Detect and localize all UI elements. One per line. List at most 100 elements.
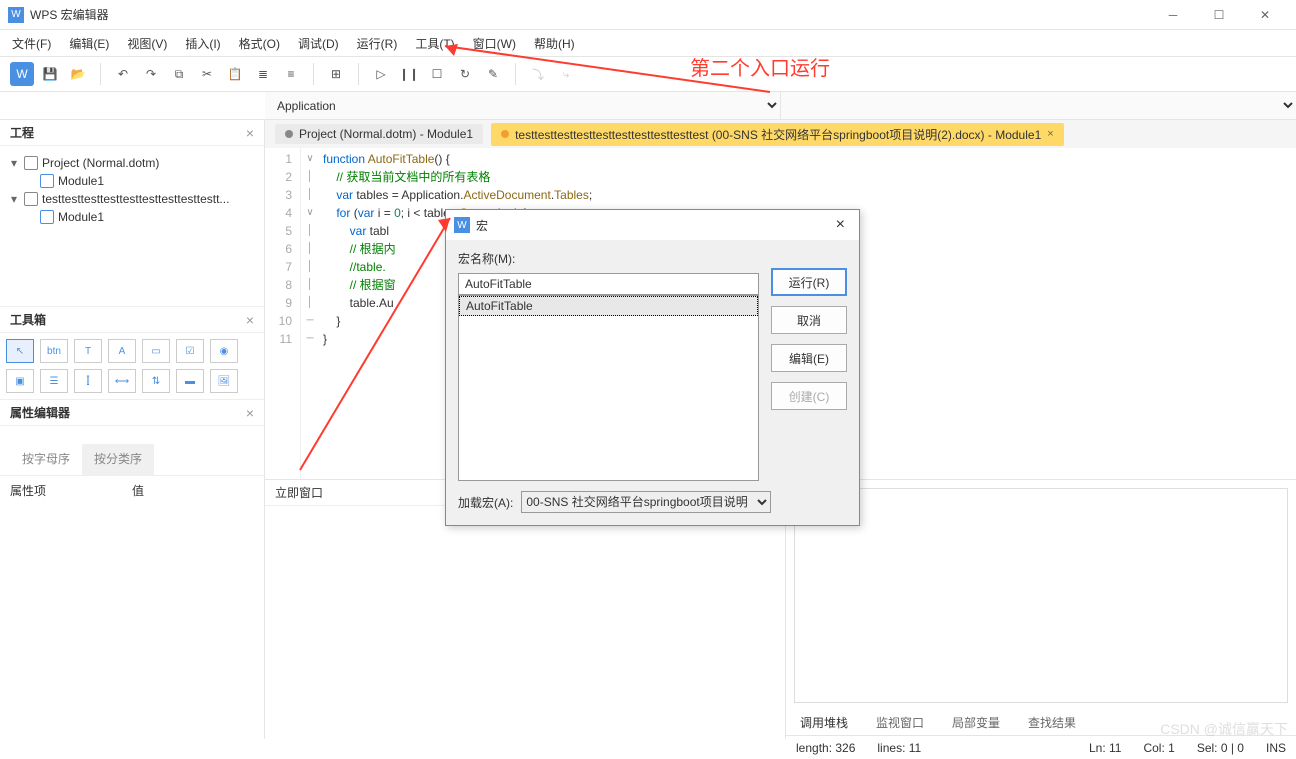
- prop-col-value: 值: [132, 482, 254, 499]
- tool-radio[interactable]: ◉: [210, 339, 238, 363]
- tree-project-1[interactable]: ▾Project (Normal.dotm): [0, 154, 264, 172]
- cancel-button[interactable]: 取消: [771, 306, 847, 334]
- tool-button[interactable]: btn: [40, 339, 68, 363]
- dbgtab-results[interactable]: 查找结果: [1014, 709, 1090, 738]
- file-tab-2[interactable]: testtesttesttesttesttesttesttesttesttest…: [491, 123, 1064, 146]
- play-icon[interactable]: ▷: [369, 62, 393, 86]
- stepinto-icon[interactable]: ⤷: [554, 62, 578, 86]
- status-col: Col: 1: [1143, 741, 1174, 755]
- close-button[interactable]: ✕: [1242, 1, 1288, 29]
- menu-help[interactable]: 帮助(H): [534, 35, 575, 52]
- save-icon[interactable]: 💾: [38, 62, 62, 86]
- macro-list-item[interactable]: AutoFitTable: [459, 296, 758, 316]
- status-sel: Sel: 0 | 0: [1197, 741, 1244, 755]
- tool-progress[interactable]: ▬: [176, 369, 204, 393]
- procedure-selector[interactable]: [781, 92, 1296, 119]
- edit-icon[interactable]: ✎: [481, 62, 505, 86]
- watermark: CSDN @诚信赢天下: [1160, 719, 1288, 739]
- minimize-button[interactable]: ─: [1150, 1, 1196, 29]
- toolbox-close-icon[interactable]: ×: [246, 312, 254, 328]
- project-panel-title: 工程: [10, 124, 34, 141]
- status-mode: INS: [1266, 741, 1286, 755]
- maximize-button[interactable]: ☐: [1196, 1, 1242, 29]
- dbgtab-watch[interactable]: 监视窗口: [862, 709, 938, 738]
- dialog-title: 宏: [476, 217, 830, 234]
- app-icon: W: [8, 7, 24, 23]
- menu-run[interactable]: 运行(R): [357, 35, 398, 52]
- dialog-icon: W: [454, 217, 470, 233]
- tree-module-2[interactable]: Module1: [0, 208, 264, 226]
- tool-label[interactable]: A: [108, 339, 136, 363]
- tool-pointer[interactable]: ↖: [6, 339, 34, 363]
- status-lines: lines: 11: [877, 741, 921, 755]
- tool-list[interactable]: ☰: [40, 369, 68, 393]
- copy-icon[interactable]: ⧉: [167, 62, 191, 86]
- tool-slider[interactable]: ⟷: [108, 369, 136, 393]
- dbgtab-stack[interactable]: 调用堆栈: [786, 709, 862, 738]
- tab-close-icon[interactable]: ×: [1047, 128, 1053, 140]
- undo-icon[interactable]: ↶: [111, 62, 135, 86]
- menu-file[interactable]: 文件(F): [12, 35, 51, 52]
- dialog-close-icon[interactable]: ×: [830, 216, 851, 234]
- file-dot-icon: [501, 130, 509, 138]
- load-macro-select[interactable]: 00-SNS 社交网络平台springboot项目说明: [521, 491, 771, 513]
- tab-alpha[interactable]: 按字母序: [10, 444, 82, 475]
- stepover-icon[interactable]: ⤵: [526, 62, 550, 86]
- reset-icon[interactable]: ↻: [453, 62, 477, 86]
- dbgtab-locals[interactable]: 局部变量: [938, 709, 1014, 738]
- menu-bar: 文件(F) 编辑(E) 视图(V) 插入(I) 格式(O) 调试(D) 运行(R…: [0, 30, 1296, 56]
- open-icon[interactable]: 📂: [66, 62, 90, 86]
- menu-tool[interactable]: 工具(T): [415, 35, 454, 52]
- file-dot-icon: [285, 130, 293, 138]
- project-close-icon[interactable]: ×: [246, 125, 254, 141]
- menu-window[interactable]: 窗口(W): [473, 35, 516, 52]
- menu-insert[interactable]: 插入(I): [185, 35, 220, 52]
- immediate-body[interactable]: [265, 506, 785, 739]
- object-selector[interactable]: Application: [265, 92, 781, 119]
- toolbar: W 💾 📂 ↶ ↷ ⧉ ✂ 📋 ≣ ≡ ⊞ ▷ ❙❙ ☐ ↻ ✎ ⤵ ⤷: [0, 56, 1296, 92]
- menu-edit[interactable]: 编辑(E): [69, 35, 109, 52]
- status-length: length: 326: [796, 741, 855, 755]
- tool-combo[interactable]: ▭: [142, 339, 170, 363]
- pause-icon[interactable]: ❙❙: [397, 62, 421, 86]
- stop-icon[interactable]: ☐: [425, 62, 449, 86]
- prop-col-name: 属性项: [10, 482, 132, 499]
- tool-scroll[interactable]: ⫿: [74, 369, 102, 393]
- toolbox-title: 工具箱: [10, 311, 46, 328]
- immediate-title: 立即窗口: [275, 484, 323, 501]
- menu-debug[interactable]: 调试(D): [298, 35, 339, 52]
- tool-spin[interactable]: ⇅: [142, 369, 170, 393]
- tree-module-1[interactable]: Module1: [0, 172, 264, 190]
- fold-gutter[interactable]: ∨││∨│││││──: [301, 148, 319, 479]
- tool-check[interactable]: ☑: [176, 339, 204, 363]
- create-button: 创建(C): [771, 382, 847, 410]
- design-icon[interactable]: ⊞: [324, 62, 348, 86]
- debug-output[interactable]: [794, 488, 1288, 703]
- macro-list[interactable]: AutoFitTable: [458, 295, 759, 481]
- run-button[interactable]: 运行(R): [771, 268, 847, 296]
- outdent-icon[interactable]: ≡: [279, 62, 303, 86]
- project-tree: ▾Project (Normal.dotm) Module1 ▾testtest…: [0, 146, 264, 306]
- line-gutter: 1234567891011: [265, 148, 301, 479]
- tab-category[interactable]: 按分类序: [82, 444, 154, 475]
- tool-frame[interactable]: ▣: [6, 369, 34, 393]
- menu-format[interactable]: 格式(O): [239, 35, 280, 52]
- load-macro-label: 加载宏(A):: [458, 494, 513, 511]
- paste-icon[interactable]: 📋: [223, 62, 247, 86]
- menu-view[interactable]: 视图(V): [127, 35, 167, 52]
- tool-text[interactable]: T: [74, 339, 102, 363]
- redo-icon[interactable]: ↷: [139, 62, 163, 86]
- macro-name-label: 宏名称(M):: [458, 250, 759, 267]
- annotation-text: 第二个入口运行: [690, 52, 830, 81]
- tree-project-2[interactable]: ▾testtesttesttesttesttesttesttesttestt..…: [0, 190, 264, 208]
- tool-image[interactable]: 🖼: [210, 369, 238, 393]
- cut-icon[interactable]: ✂: [195, 62, 219, 86]
- propedit-title: 属性编辑器: [10, 404, 70, 421]
- file-tab-1[interactable]: Project (Normal.dotm) - Module1: [275, 124, 483, 144]
- macro-name-input[interactable]: [458, 273, 759, 295]
- edit-button[interactable]: 编辑(E): [771, 344, 847, 372]
- wps-icon[interactable]: W: [10, 62, 34, 86]
- propedit-close-icon[interactable]: ×: [246, 405, 254, 421]
- window-title: WPS 宏编辑器: [30, 6, 1150, 23]
- indent-icon[interactable]: ≣: [251, 62, 275, 86]
